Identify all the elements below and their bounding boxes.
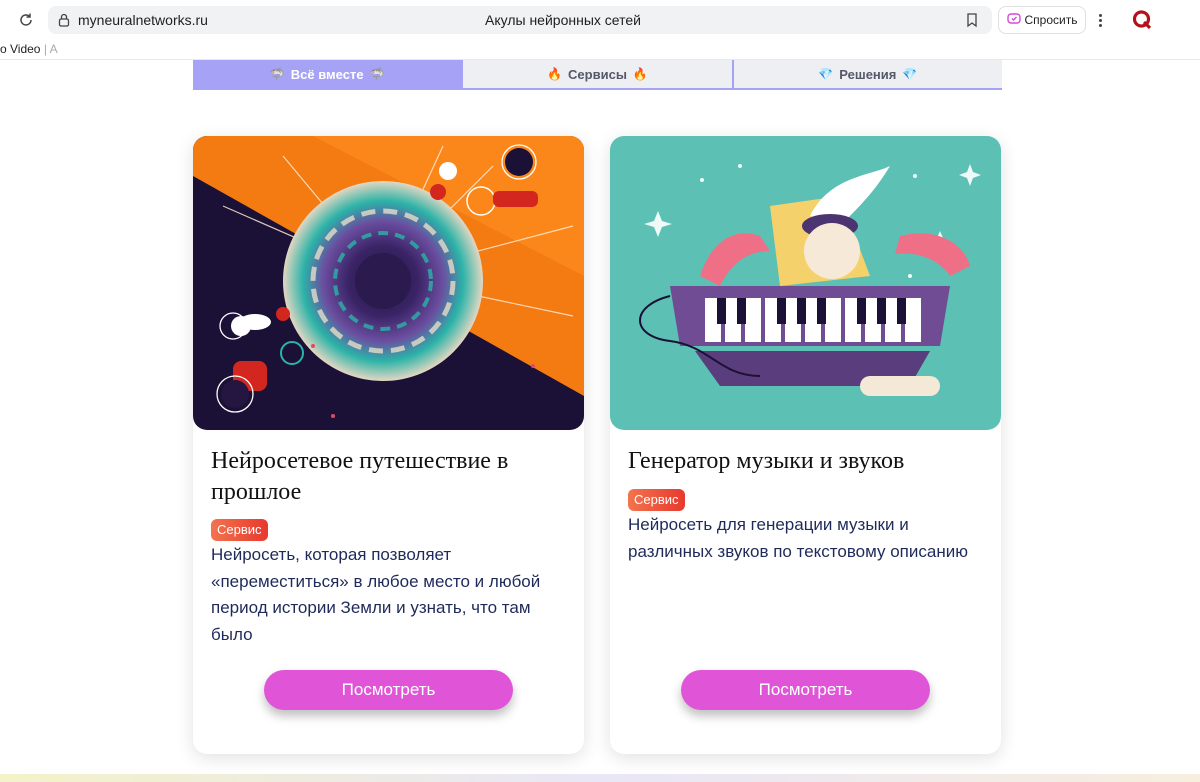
address-bar[interactable]: myneuralnetworks.ru Акулы нейронных сете… bbox=[48, 6, 992, 34]
card-title: Генератор музыки и звуков bbox=[628, 448, 905, 474]
shark-icon: 🦈 bbox=[369, 67, 385, 81]
tab-all[interactable]: 🦈 Всё вместе 🦈 bbox=[193, 60, 462, 90]
service-badge: Сервис bbox=[628, 489, 685, 511]
url-text: myneuralnetworks.ru bbox=[78, 12, 208, 28]
service-card: Нейросетевое путешествие в прошлое Серви… bbox=[193, 136, 584, 754]
bookmark-item-video[interactable]: o Video bbox=[0, 42, 40, 56]
ask-label: Спросить bbox=[1024, 13, 1078, 27]
lock-icon bbox=[56, 12, 72, 28]
category-tabs: 🦈 Всё вместе 🦈 🔥 Сервисы 🔥 💎 Решения 💎 bbox=[193, 60, 1002, 90]
menu-icon[interactable] bbox=[1090, 8, 1110, 32]
card-illustration-time-travel bbox=[193, 136, 584, 430]
page-title: Акулы нейронных сетей bbox=[485, 12, 641, 28]
ask-icon bbox=[1006, 12, 1021, 29]
shark-icon: 🦈 bbox=[269, 67, 285, 81]
tab-label: Сервисы bbox=[568, 66, 627, 82]
service-card: Генератор музыки и звуков Сервис Нейросе… bbox=[610, 136, 1001, 754]
bookmark-icon[interactable] bbox=[964, 12, 980, 28]
gem-icon: 💎 bbox=[902, 67, 918, 81]
bookmark-separator: | A bbox=[40, 42, 58, 56]
taskbar-strip bbox=[0, 774, 1200, 782]
service-badge: Сервис bbox=[211, 519, 268, 541]
view-button[interactable]: Посмотреть bbox=[681, 670, 930, 710]
tab-solutions[interactable]: 💎 Решения 💎 bbox=[731, 60, 1002, 90]
fire-icon: 🔥 bbox=[632, 67, 648, 81]
card-illustration-music-generator bbox=[610, 136, 1001, 430]
tab-label: Всё вместе bbox=[290, 66, 364, 82]
card-description: Нейросеть для генерации музыки и различн… bbox=[628, 515, 968, 561]
browser-toolbar: myneuralnetworks.ru Акулы нейронных сете… bbox=[0, 0, 1200, 40]
tab-label: Решения bbox=[839, 66, 897, 82]
card-title: Нейросетевое путешествие в прошлое bbox=[211, 448, 509, 505]
gem-icon: 💎 bbox=[818, 67, 834, 81]
profile-icon[interactable] bbox=[1130, 8, 1154, 32]
card-description: Нейросеть, которая позволяет «переместит… bbox=[211, 545, 541, 644]
fire-icon: 🔥 bbox=[547, 67, 563, 81]
ask-button[interactable]: Спросить bbox=[998, 6, 1086, 34]
tab-services[interactable]: 🔥 Сервисы 🔥 bbox=[461, 60, 732, 90]
reload-icon[interactable] bbox=[14, 8, 38, 32]
view-button[interactable]: Посмотреть bbox=[264, 670, 513, 710]
bookmarks-bar: o Video | A bbox=[0, 40, 1200, 60]
